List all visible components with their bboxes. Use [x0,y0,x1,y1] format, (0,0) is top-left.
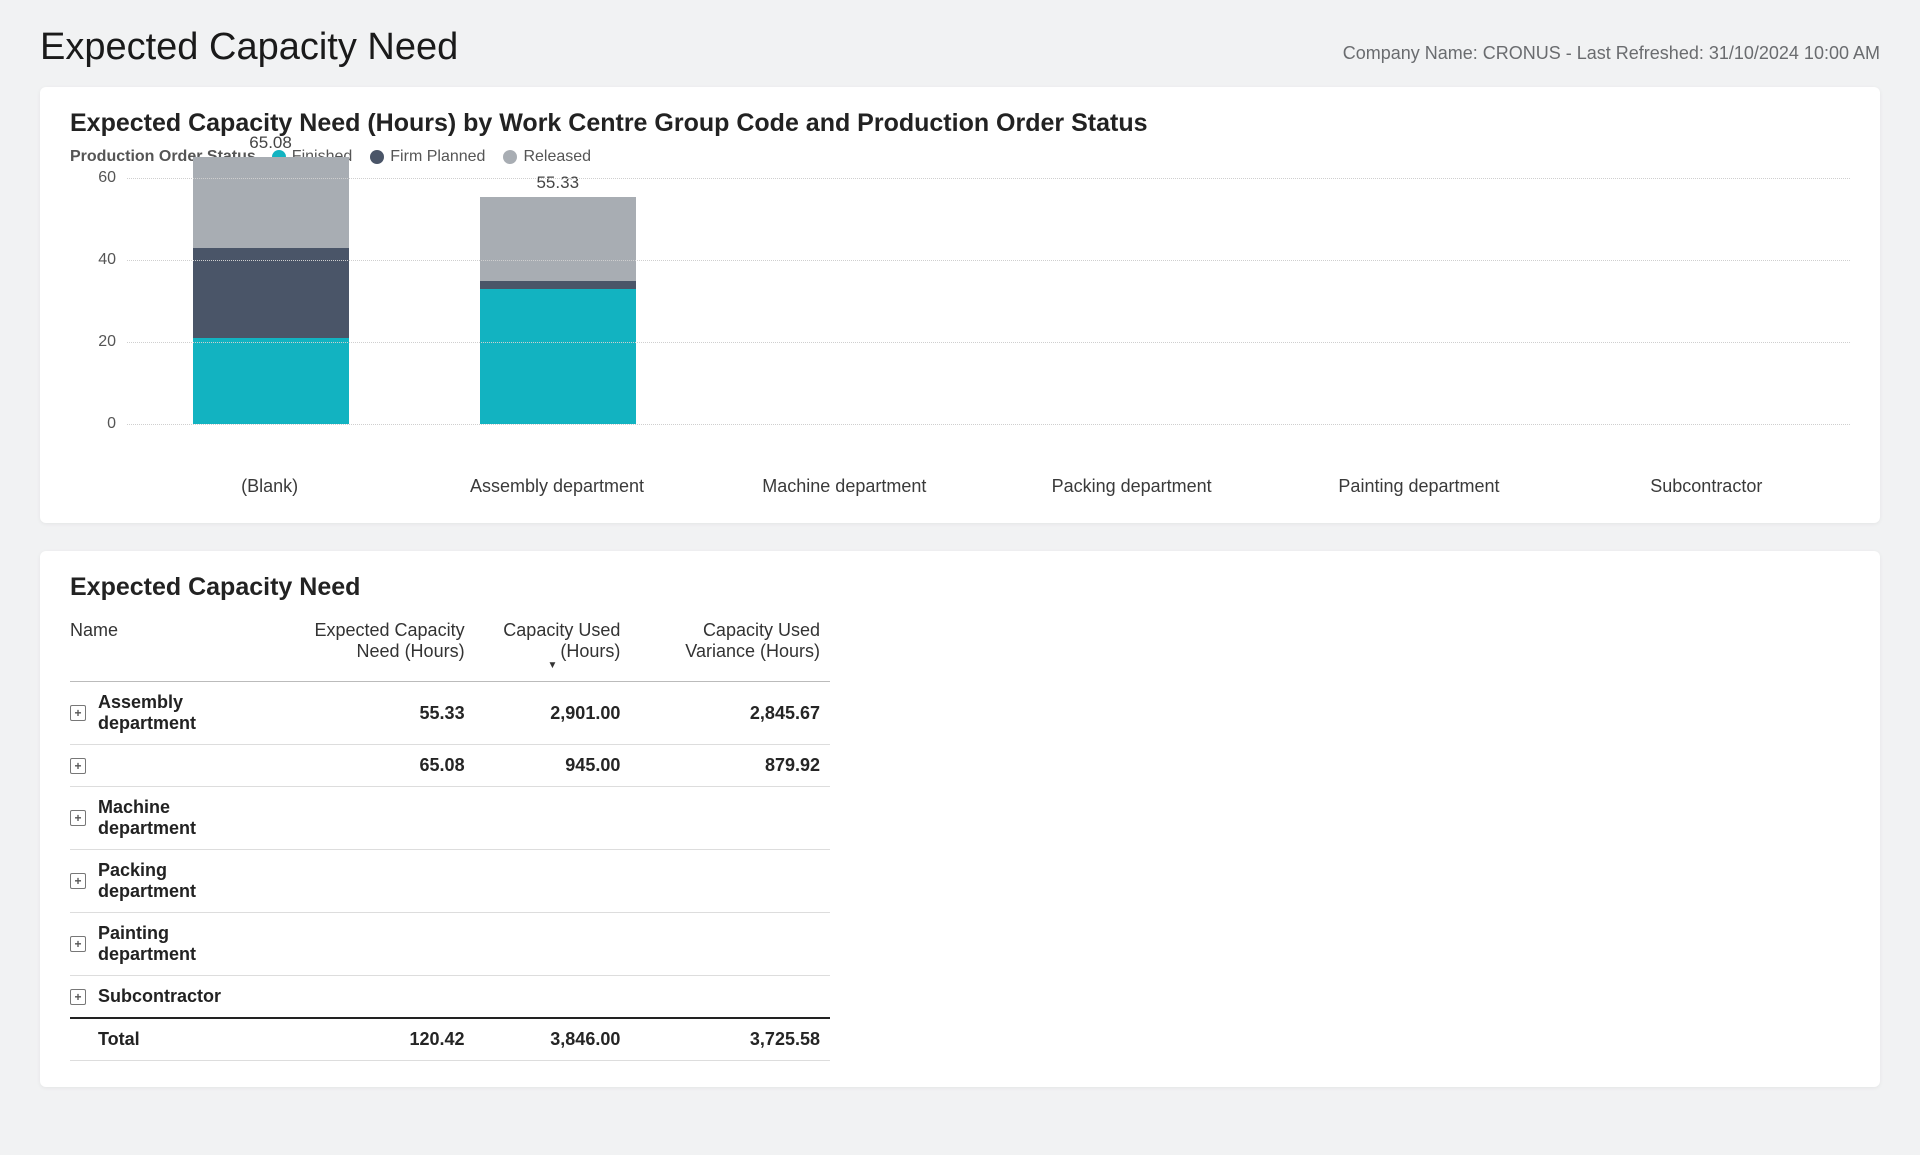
cell-value [630,787,830,850]
cell-value [475,787,631,850]
table-card: Expected Capacity Need Name Expected Cap… [40,551,1880,1087]
cell-value [475,850,631,913]
table-row[interactable]: + Packing department [70,850,830,913]
expand-icon[interactable]: + [70,936,86,952]
total-value: 3,846.00 [475,1018,631,1061]
total-value: 120.42 [269,1018,474,1061]
expand-icon[interactable]: + [70,705,86,721]
table-total-row: Total 120.423,846.003,725.58 [70,1018,830,1061]
x-tick-label: Packing department [988,476,1275,497]
cell-value [630,850,830,913]
page-title: Expected Capacity Need [40,26,458,69]
expand-icon[interactable]: + [70,873,86,889]
x-tick-label: (Blank) [126,476,413,497]
cell-value: 945.00 [475,745,631,787]
bar-total-label: 55.33 [536,173,579,193]
row-name: Machine department [98,797,259,839]
chart-category [1276,178,1563,424]
cell-value [630,976,830,1019]
chart-category: 65.08 [127,178,414,424]
cell-value: 55.33 [269,682,474,745]
row-name: Painting department [98,923,259,965]
expand-icon[interactable]: + [70,810,86,826]
total-label: Total [98,1029,140,1050]
bar-segment[interactable] [193,338,349,424]
table-row[interactable]: + Subcontractor [70,976,830,1019]
chart-card: Expected Capacity Need (Hours) by Work C… [40,87,1880,523]
chart-category: 55.33 [414,178,701,424]
legend-swatch-icon [503,150,517,164]
row-name: Packing department [98,860,259,902]
x-tick-label: Machine department [701,476,988,497]
y-tick-label: 0 [107,415,116,433]
legend-label: Released [523,148,591,166]
cell-value [269,913,474,976]
gridline [127,178,1850,179]
cell-value [475,913,631,976]
row-name: Subcontractor [98,986,221,1007]
legend-item[interactable]: Released [503,148,591,166]
capacity-table: Name Expected Capacity Need (Hours) Capa… [70,612,830,1061]
chart-category [1563,178,1850,424]
col-header-name[interactable]: Name [70,612,269,682]
y-tick-label: 40 [98,251,116,269]
expand-icon[interactable]: + [70,758,86,774]
expand-icon[interactable]: + [70,989,86,1005]
table-title: Expected Capacity Need [70,573,1850,602]
chart-category [989,178,1276,424]
cell-value [475,976,631,1019]
table-row[interactable]: + Machine department [70,787,830,850]
row-name: Assembly department [98,692,259,734]
table-row[interactable]: +65.08945.00879.92 [70,745,830,787]
chart-title: Expected Capacity Need (Hours) by Work C… [70,109,1850,138]
bar-segment[interactable] [480,197,636,280]
total-value: 3,725.58 [630,1018,830,1061]
gridline [127,342,1850,343]
sort-desc-icon: ▼ [485,660,621,671]
y-tick-label: 60 [98,169,116,187]
bar-total-label: 65.08 [249,133,292,153]
bar-segment[interactable] [480,281,636,289]
bar-chart[interactable]: 0204060 65.0855.33 [70,178,1850,468]
cell-value: 879.92 [630,745,830,787]
legend-swatch-icon [370,150,384,164]
legend-item[interactable]: Firm Planned [370,148,485,166]
cell-value [269,787,474,850]
gridline [127,260,1850,261]
col-header-variance[interactable]: Capacity Used Variance (Hours) [630,612,830,682]
cell-value [630,913,830,976]
refresh-status: Company Name: CRONUS - Last Refreshed: 3… [1343,43,1880,64]
col-header-expected[interactable]: Expected Capacity Need (Hours) [269,612,474,682]
y-tick-label: 20 [98,333,116,351]
table-row[interactable]: + Assembly department55.332,901.002,845.6… [70,682,830,745]
cell-value [269,850,474,913]
bar-segment[interactable] [193,157,349,248]
bar-stack[interactable]: 55.33 [480,197,636,424]
col-header-used[interactable]: Capacity Used (Hours) ▼ [475,612,631,682]
bar-stack[interactable]: 65.08 [193,157,349,424]
gridline [127,424,1850,425]
cell-value [269,976,474,1019]
cell-value: 2,845.67 [630,682,830,745]
x-tick-label: Subcontractor [1563,476,1850,497]
table-row[interactable]: + Painting department [70,913,830,976]
cell-value: 65.08 [269,745,474,787]
bar-segment[interactable] [193,248,349,338]
legend-label: Firm Planned [390,148,485,166]
x-tick-label: Painting department [1275,476,1562,497]
cell-value: 2,901.00 [475,682,631,745]
chart-category [701,178,988,424]
x-tick-label: Assembly department [413,476,700,497]
bar-segment[interactable] [480,289,636,424]
